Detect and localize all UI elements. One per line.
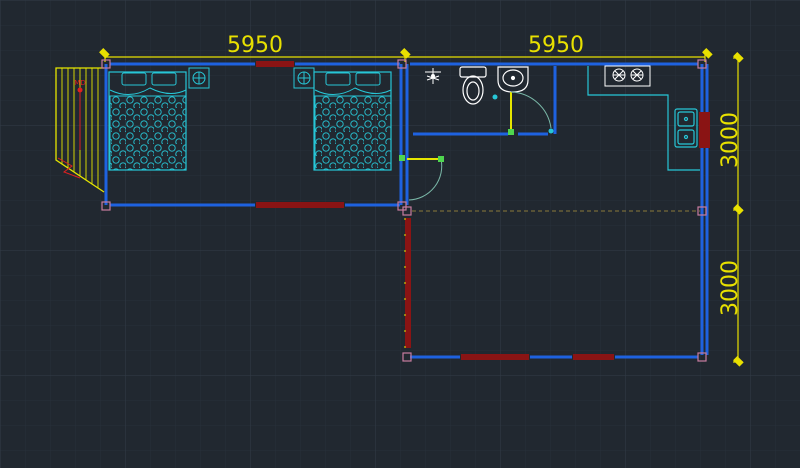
stair-arrow-start (77, 87, 83, 93)
dimension-right-lower: 3000 (718, 260, 743, 316)
floor-drain-2 (548, 128, 554, 134)
bed-left-duvet (109, 95, 187, 171)
entry-door-hinge-1 (399, 155, 405, 161)
dimension-right-upper: 3000 (718, 112, 743, 168)
entry-door-hinge-2 (438, 156, 444, 162)
bathroom-door-hinge (508, 129, 514, 135)
bed-right-duvet (314, 95, 392, 171)
dimension-top-left: 5950 (227, 33, 283, 58)
cad-drawing-canvas[interactable]: 5950 5950 3000 3000 MD (0, 0, 800, 468)
floor-drain-1 (492, 94, 498, 100)
basin-drain (510, 75, 516, 81)
stair-door-label: MD (74, 79, 85, 87)
dimension-top-right: 5950 (528, 33, 584, 58)
